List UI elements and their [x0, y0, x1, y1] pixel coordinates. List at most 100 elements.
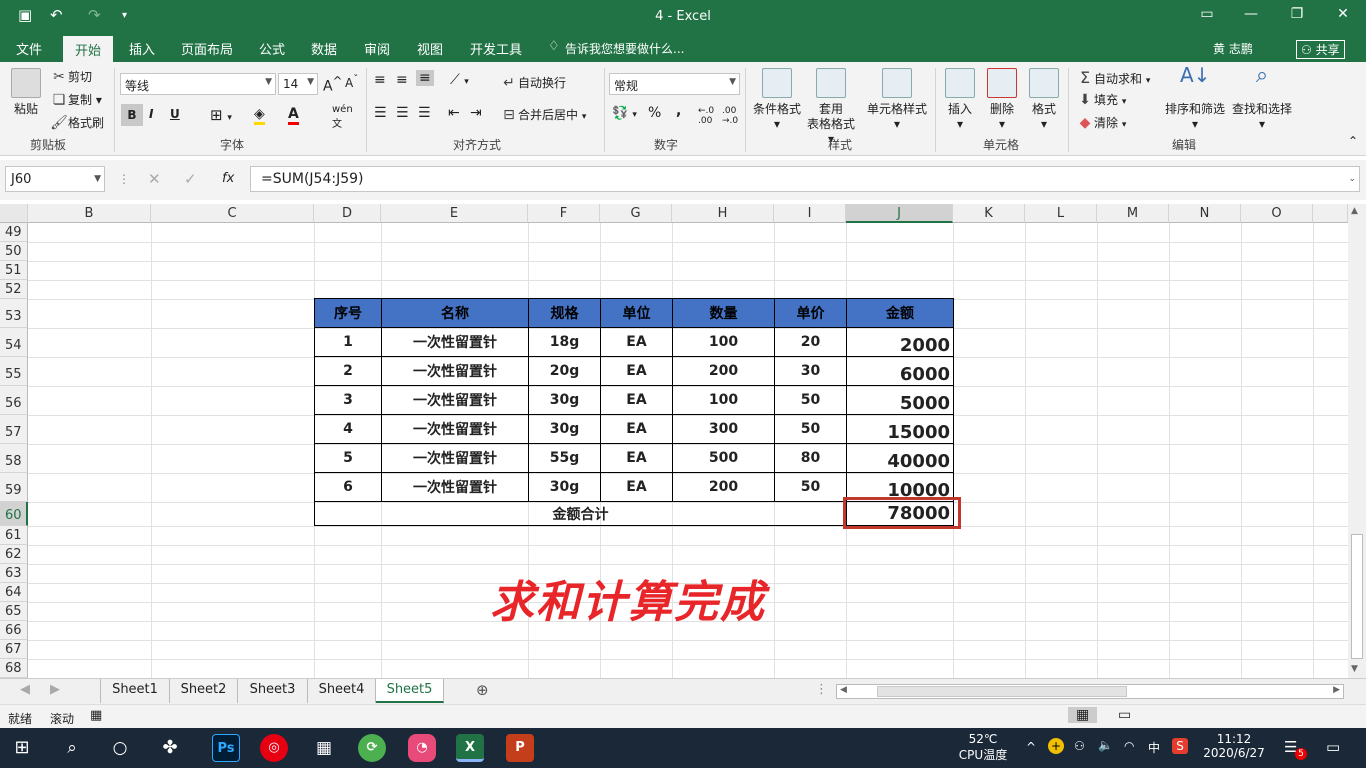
restore-icon[interactable]: ❐ — [1282, 6, 1312, 22]
amount-cell[interactable]: 15000 — [846, 414, 954, 444]
table-cell[interactable]: 2 — [314, 356, 382, 386]
table-cell[interactable]: 一次性留置针 — [381, 385, 529, 415]
sheet-tab[interactable]: Sheet4 — [308, 679, 376, 703]
table-cell[interactable]: 30 — [774, 356, 847, 386]
align-left-icon[interactable]: ☰ — [374, 105, 387, 121]
row-header-selected[interactable]: 60 — [0, 502, 28, 526]
name-box[interactable]: J60 ▼ — [5, 166, 105, 192]
table-cell[interactable]: 1 — [314, 327, 382, 357]
row-header[interactable]: 56 — [0, 386, 28, 415]
row-header[interactable]: 52 — [0, 280, 28, 299]
table-cell[interactable]: 55g — [528, 443, 601, 473]
page-layout-view-icon[interactable]: ▭ — [1118, 707, 1131, 723]
excel-taskbar-icon[interactable]: X — [456, 734, 484, 762]
clear-button[interactable]: ◆ 清除 ▾ — [1076, 114, 1127, 131]
header-cell[interactable]: 单位 — [600, 298, 673, 328]
header-cell[interactable]: 名称 — [381, 298, 529, 328]
tray-expand-icon[interactable]: ^ — [1026, 740, 1036, 754]
font-color-icon[interactable]: A — [288, 106, 299, 125]
column-header[interactable]: K — [953, 204, 1025, 223]
macro-record-icon[interactable]: ▦ — [90, 708, 102, 723]
vertical-scrollbar[interactable]: ▲ ▼ — [1348, 204, 1366, 678]
table-cell[interactable]: 30g — [528, 414, 601, 444]
table-cell[interactable]: 100 — [672, 385, 775, 415]
ribbon-display-icon[interactable]: ▭ — [1192, 6, 1222, 22]
amount-cell[interactable]: 6000 — [846, 356, 954, 386]
add-sheet-icon[interactable]: ⊕ — [476, 678, 489, 702]
fill-color-icon[interactable]: ◈ — [254, 106, 265, 125]
table-cell[interactable]: 50 — [774, 385, 847, 415]
tab-data[interactable]: 数据 — [311, 39, 337, 58]
tab-review[interactable]: 审阅 — [364, 39, 390, 58]
shrink-font-icon[interactable]: Aˇ — [345, 74, 358, 90]
table-cell[interactable]: 300 — [672, 414, 775, 444]
table-cell[interactable]: 20g — [528, 356, 601, 386]
cancel-icon[interactable]: ✕ — [148, 170, 161, 188]
table-cell[interactable]: EA — [600, 385, 673, 415]
column-header[interactable]: N — [1169, 204, 1241, 223]
formula-input[interactable]: =SUM(J54:J59) ⌄ — [250, 166, 1360, 192]
italic-button[interactable]: I — [149, 107, 153, 121]
table-cell[interactable]: 18g — [528, 327, 601, 357]
table-cell[interactable]: 4 — [314, 414, 382, 444]
sort-filter-button[interactable]: A↓ 排序和筛选 ▾ — [1164, 65, 1226, 132]
tell-me-box[interactable]: 告诉我您想要做什么... — [565, 40, 684, 57]
tab-home[interactable]: 开始 — [63, 36, 114, 62]
task-view-icon[interactable]: ○ — [106, 734, 134, 762]
format-cells-button[interactable]: 格式 ▾ — [1024, 68, 1064, 132]
fill-button[interactable]: ⬇ 填充 ▾ — [1076, 91, 1126, 108]
sheet-tab-active[interactable]: Sheet5 — [376, 679, 444, 703]
align-center-icon[interactable]: ☰ — [396, 105, 409, 121]
column-header[interactable] — [1313, 204, 1348, 223]
merge-center-button[interactable]: ⊟ 合并后居中 ▾ — [500, 106, 586, 123]
tray-network-icon[interactable]: ⚇ — [1074, 739, 1085, 753]
align-top-icon[interactable]: ≡ — [374, 72, 386, 88]
table-cell[interactable]: 6 — [314, 472, 382, 502]
select-all-corner[interactable] — [0, 204, 28, 223]
next-sheet-icon[interactable]: ▶ — [50, 679, 60, 703]
insert-function-icon[interactable]: fx — [222, 171, 234, 186]
paste-button[interactable]: 粘贴 — [8, 68, 44, 117]
increase-decimal-icon[interactable]: ←.0.00 — [698, 106, 714, 126]
tab-insert[interactable]: 插入 — [129, 39, 155, 58]
normal-view-icon[interactable]: ▦ — [1068, 707, 1098, 723]
user-name[interactable]: 黄 志鹏 — [1213, 40, 1253, 57]
ime-indicator[interactable]: 中 — [1148, 739, 1160, 756]
copy-button[interactable]: ❏ 复制 ▾ — [50, 91, 102, 108]
amount-cell[interactable]: 5000 — [846, 385, 954, 415]
table-cell[interactable]: 30g — [528, 385, 601, 415]
sogou-ime-icon[interactable]: S — [1172, 738, 1188, 754]
sheet-tab[interactable]: Sheet2 — [170, 679, 238, 703]
header-cell[interactable]: 金额 — [846, 298, 954, 328]
column-header[interactable]: D — [314, 204, 381, 223]
column-header[interactable]: F — [528, 204, 600, 223]
bold-button[interactable]: B — [121, 104, 143, 126]
table-cell[interactable]: 一次性留置针 — [381, 356, 529, 386]
worksheet-grid[interactable]: B C D E F G H I J K L M N O 49 50 51 52 … — [0, 204, 1348, 678]
prev-sheet-icon[interactable]: ◀ — [20, 679, 30, 703]
pinwheel-app-icon[interactable]: ✤ — [156, 734, 184, 762]
tab-page-layout[interactable]: 页面布局 — [181, 39, 233, 58]
cell-styles-button[interactable]: 单元格样式 ▾ — [864, 68, 930, 132]
tab-split-icon[interactable]: ⋮ — [815, 679, 828, 703]
find-select-button[interactable]: ⌕ 查找和选择 ▾ — [1230, 65, 1294, 132]
share-button[interactable]: ⚇ 共享 — [1296, 40, 1345, 59]
row-header[interactable]: 67 — [0, 640, 28, 659]
tab-view[interactable]: 视图 — [417, 39, 443, 58]
scroll-thumb[interactable] — [1351, 534, 1363, 659]
row-header[interactable]: 65 — [0, 602, 28, 621]
row-header[interactable]: 54 — [0, 328, 28, 357]
autosum-button[interactable]: Σ 自动求和 ▾ — [1076, 68, 1150, 87]
table-cell[interactable]: 30g — [528, 472, 601, 502]
table-cell[interactable]: EA — [600, 327, 673, 357]
collapse-ribbon-icon[interactable]: ⌃ — [1348, 134, 1358, 148]
table-cell[interactable]: EA — [600, 443, 673, 473]
wifi-icon[interactable]: ◠ — [1124, 739, 1134, 753]
total-label-cell[interactable]: 金额合计 — [314, 501, 847, 526]
table-cell[interactable]: 100 — [672, 327, 775, 357]
table-cell[interactable]: 80 — [774, 443, 847, 473]
row-header[interactable]: 68 — [0, 659, 28, 678]
row-header[interactable]: 53 — [0, 299, 28, 328]
row-header[interactable]: 66 — [0, 621, 28, 640]
underline-button[interactable]: U — [170, 107, 180, 121]
